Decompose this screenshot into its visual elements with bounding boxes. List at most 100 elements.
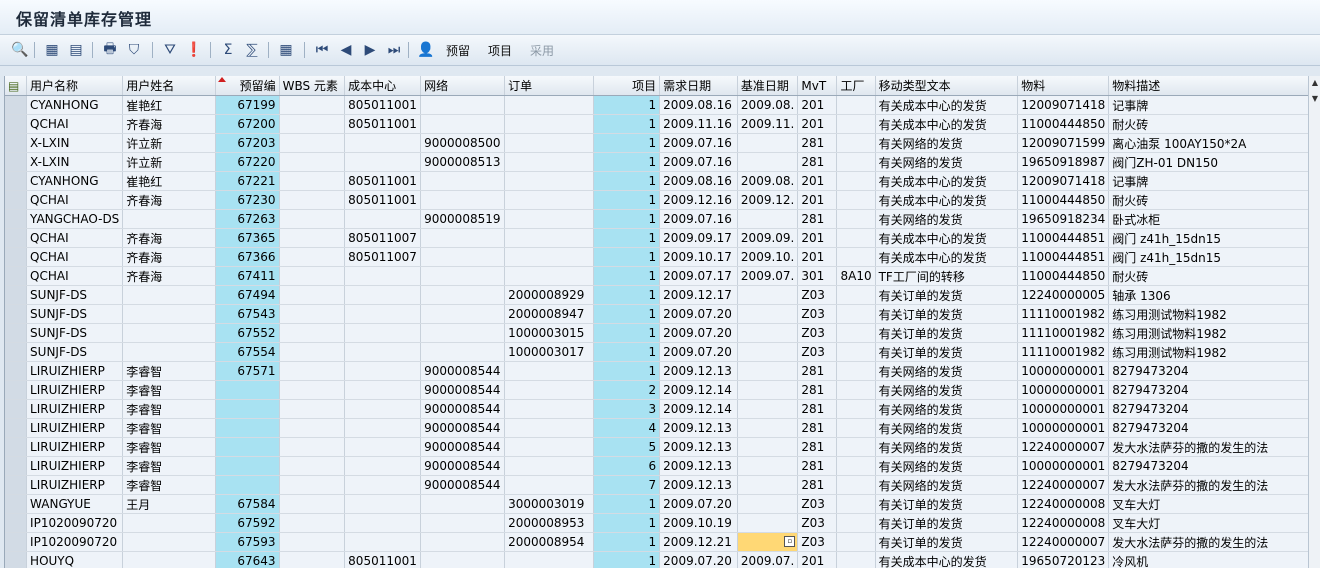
table-cell[interactable]: 李睿智	[122, 456, 216, 476]
row-selector[interactable]	[5, 494, 28, 514]
person-icon[interactable]: 👤	[416, 40, 436, 60]
table-row[interactable]: LIRUIZHIERP 李睿智 9000008544 6 2009.12.13 281 有关…	[5, 456, 1309, 476]
table-cell[interactable]: TF工厂间的转移	[875, 266, 1019, 286]
table-cell[interactable]: 2000008947	[504, 304, 595, 324]
table-cell[interactable]: 9000008544	[420, 456, 506, 476]
table-cell[interactable]: Z03	[797, 494, 838, 514]
table-cell[interactable]: 有关成本中心的发货	[875, 114, 1019, 134]
table-cell[interactable]: 2009.09.17	[659, 228, 738, 248]
table-cell[interactable]: 7	[593, 475, 661, 495]
table-cell[interactable]: SUNJF-DS	[26, 304, 124, 324]
table-cell[interactable]	[737, 513, 799, 533]
table-cell[interactable]: 2009.07.	[737, 266, 799, 286]
table-cell[interactable]: IP1020090720	[26, 513, 124, 533]
table-cell[interactable]: 2009.07.20	[659, 304, 738, 324]
table-cell[interactable]: 8279473204	[1108, 361, 1309, 381]
table-cell[interactable]: 8279473204	[1108, 456, 1309, 476]
table-cell[interactable]	[279, 494, 346, 514]
table-cell[interactable]: 冷风机	[1108, 551, 1309, 568]
table-cell[interactable]: 67220	[215, 152, 280, 172]
table-cell[interactable]	[279, 399, 346, 419]
table-cell[interactable]	[504, 247, 595, 267]
table-cell[interactable]: 9000008500	[420, 133, 506, 153]
table-cell[interactable]	[344, 266, 422, 286]
table-cell[interactable]: 有关成本中心的发货	[875, 551, 1019, 568]
table-cell[interactable]: 2009.08.16	[659, 95, 738, 115]
table-cell[interactable]	[420, 342, 506, 362]
table-cell[interactable]: 281	[797, 133, 838, 153]
table-cell[interactable]	[344, 418, 422, 438]
table-cell[interactable]: 有关网络的发货	[875, 399, 1019, 419]
scroll-up-icon[interactable]: ▲	[1309, 76, 1320, 90]
row-selector[interactable]	[5, 304, 28, 324]
table-cell[interactable]: 1	[593, 247, 661, 267]
table-cell[interactable]: 11110001982	[1017, 323, 1110, 343]
table-cell[interactable]: YANGCHAO-DS	[26, 209, 124, 229]
table-cell[interactable]	[836, 342, 876, 362]
table-cell[interactable]: 67554	[215, 342, 280, 362]
table-cell[interactable]	[279, 171, 346, 191]
table-cell[interactable]: 2009.08.	[737, 171, 799, 191]
table-cell[interactable]: 805011001	[344, 171, 422, 191]
table-cell[interactable]: 67643	[215, 551, 280, 568]
table-cell[interactable]	[344, 532, 422, 552]
table-cell[interactable]: 9000008519	[420, 209, 506, 229]
column-header[interactable]: 需求日期	[659, 76, 738, 96]
table-cell[interactable]	[836, 114, 876, 134]
table-cell[interactable]: QCHAI	[26, 228, 124, 248]
table-cell[interactable]	[504, 95, 595, 115]
table-cell[interactable]	[420, 532, 506, 552]
row-selector[interactable]	[5, 228, 28, 248]
table-cell[interactable]: 67593	[215, 532, 280, 552]
table-row[interactable]: X-LXIN 许立新 67220 9000008513 1 2009.07.16 281 有关…	[5, 152, 1309, 172]
table-cell[interactable]	[420, 494, 506, 514]
table-cell[interactable]: 11000444850	[1017, 114, 1110, 134]
table-cell[interactable]: 8279473204	[1108, 418, 1309, 438]
table-cell[interactable]: 有关网络的发货	[875, 475, 1019, 495]
row-selector[interactable]	[5, 323, 28, 343]
table-cell[interactable]: 2009.12.13	[659, 361, 738, 381]
table-cell[interactable]: 轴承 1306	[1108, 285, 1309, 305]
table-cell[interactable]: 10000000001	[1017, 418, 1110, 438]
table-cell[interactable]: 201	[797, 228, 838, 248]
table-cell[interactable]: 阀门 z41h_15dn15	[1108, 228, 1309, 248]
row-selector[interactable]	[5, 247, 28, 267]
table-cell[interactable]: 有关订单的发货	[875, 342, 1019, 362]
table-cell[interactable]: 1	[593, 266, 661, 286]
table-cell[interactable]: 有关网络的发货	[875, 361, 1019, 381]
table-cell[interactable]: 有关订单的发货	[875, 494, 1019, 514]
table-cell[interactable]: 201	[797, 190, 838, 210]
table-cell[interactable]: 许立新	[122, 152, 216, 172]
table-cell[interactable]: SUNJF-DS	[26, 285, 124, 305]
table-cell[interactable]: LIRUIZHIERP	[26, 475, 124, 495]
table-cell[interactable]: QCHAI	[26, 190, 124, 210]
table-cell[interactable]	[836, 304, 876, 324]
table-cell[interactable]: 发大水法萨芬的撒的发生的法	[1108, 532, 1309, 552]
row-selector[interactable]	[5, 209, 28, 229]
table-cell[interactable]: 1	[593, 171, 661, 191]
table-cell[interactable]: 281	[797, 437, 838, 457]
table-cell[interactable]	[279, 114, 346, 134]
table-cell[interactable]: 2009.12.13	[659, 437, 738, 457]
table-cell[interactable]: 281	[797, 361, 838, 381]
table-cell[interactable]: 12240000005	[1017, 285, 1110, 305]
table-cell[interactable]	[737, 380, 799, 400]
row-selector[interactable]	[5, 551, 28, 568]
table-cell[interactable]: X-LXIN	[26, 133, 124, 153]
table-cell[interactable]: 805011001	[344, 551, 422, 568]
table-cell[interactable]: 许立新	[122, 133, 216, 153]
first-page-icon[interactable]: ⏮	[312, 40, 332, 60]
table-cell[interactable]	[279, 190, 346, 210]
table-cell[interactable]: 1	[593, 228, 661, 248]
table-cell[interactable]: 2009.07.16	[659, 133, 738, 153]
table-cell[interactable]	[836, 152, 876, 172]
table-cell[interactable]: 练习用测试物料1982	[1108, 323, 1309, 343]
column-header[interactable]: 物料	[1017, 76, 1110, 96]
table-cell[interactable]: 李睿智	[122, 475, 216, 495]
table-row[interactable]: SUNJF-DS 67543 2000008947 1 2009.07.20 Z03 有关订…	[5, 304, 1309, 324]
table-cell[interactable]	[344, 361, 422, 381]
table-cell[interactable]	[344, 456, 422, 476]
table-row[interactable]: QCHAI 齐春海 67230 805011001 1 2009.12.16 2009.12…	[5, 190, 1309, 210]
table-cell[interactable]: CYANHONG	[26, 95, 124, 115]
table-cell[interactable]	[122, 323, 216, 343]
